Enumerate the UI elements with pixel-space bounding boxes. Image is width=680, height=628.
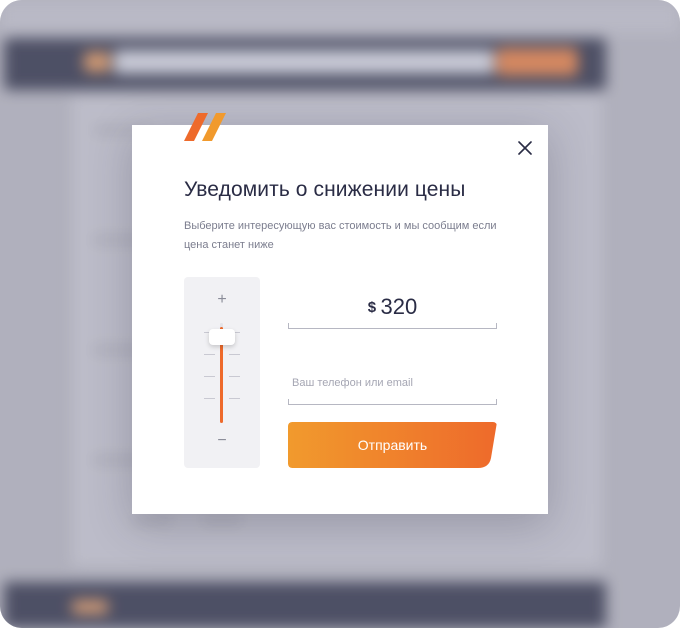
close-icon — [518, 141, 532, 155]
slider-tick — [204, 376, 215, 377]
price-slider[interactable]: + − — [184, 277, 260, 468]
slider-tick — [229, 354, 240, 355]
slider-handle[interactable] — [209, 329, 235, 345]
price-display: $ 320 — [288, 294, 497, 327]
modal-title: Уведомить о снижении цены — [184, 178, 466, 201]
slider-tick — [204, 398, 215, 399]
price-underline — [288, 323, 497, 329]
contact-input[interactable] — [288, 371, 502, 395]
price-alert-modal: Уведомить о снижении цены Выберите интер… — [132, 125, 548, 514]
modal-subtitle: Выберите интересующую вас стоимость и мы… — [184, 220, 497, 251]
price-currency: $ — [367, 299, 377, 316]
slider-tick — [229, 376, 240, 377]
slider-plus-button[interactable]: + — [215, 292, 229, 308]
close-button[interactable] — [516, 139, 534, 157]
contact-underline — [288, 399, 497, 405]
submit-button[interactable]: Отправить — [288, 422, 497, 468]
price-value: 320 — [380, 294, 418, 319]
slider-tick — [229, 398, 240, 399]
slider-minus-button[interactable]: − — [215, 433, 229, 449]
slider-tick — [204, 354, 215, 355]
slashes-decoration-icon — [184, 113, 226, 141]
